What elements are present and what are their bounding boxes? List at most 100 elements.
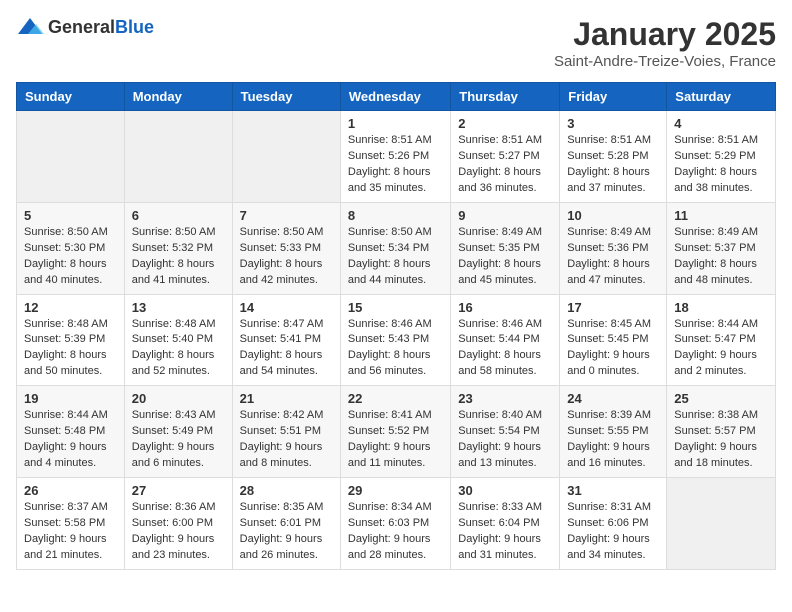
day-number: 29: [348, 483, 443, 498]
calendar-cell: 28Sunrise: 8:35 AM Sunset: 6:01 PM Dayli…: [232, 478, 340, 570]
day-number: 7: [240, 208, 333, 223]
calendar-cell: 9 Sunrise: 8:49 AM Sunset: 5:35 PM Daylig…: [451, 202, 560, 294]
calendar-cell: 16Sunrise: 8:46 AM Sunset: 5:44 PM Dayli…: [451, 294, 560, 386]
calendar-cell: 5 Sunrise: 8:50 AM Sunset: 5:30 PM Daylig…: [17, 202, 125, 294]
calendar-cell: 1Sunrise: 8:51 AM Sunset: 5:26 PM Daylig…: [340, 111, 450, 203]
day-number: 14: [240, 300, 333, 315]
calendar-cell: 3Sunrise: 8:51 AM Sunset: 5:28 PM Daylig…: [560, 111, 667, 203]
calendar-cell: 21 Sunrise: 8:42 AM Sunset: 5:51 PM Dayli…: [232, 386, 340, 478]
day-info: Sunrise: 8:44 AM Sunset: 5:48 PM Dayligh…: [24, 408, 117, 472]
col-header-thursday: Thursday: [451, 83, 560, 111]
day-info: Sunrise: 8:46 AM Sunset: 5:44 PM Dayligh…: [458, 317, 552, 381]
calendar-cell: 6 Sunrise: 8:50 AM Sunset: 5:32 PM Daylig…: [124, 202, 232, 294]
day-info: Sunrise: 8:35 AM Sunset: 6:01 PM Dayligh…: [240, 500, 333, 564]
day-info: Sunrise: 8:38 AM Sunset: 5:57 PM Dayligh…: [674, 408, 768, 472]
calendar-cell: 10Sunrise: 8:49 AM Sunset: 5:36 PM Dayli…: [560, 202, 667, 294]
day-number: 30: [458, 483, 552, 498]
day-info: Sunrise: 8:34 AM Sunset: 6:03 PM Dayligh…: [348, 500, 443, 564]
calendar-cell: 31Sunrise: 8:31 AM Sunset: 6:06 PM Dayli…: [560, 478, 667, 570]
day-number: 27: [132, 483, 225, 498]
calendar-cell: 22Sunrise: 8:41 AM Sunset: 5:52 PM Dayli…: [340, 386, 450, 478]
day-info: Sunrise: 8:40 AM Sunset: 5:54 PM Dayligh…: [458, 408, 552, 472]
day-info: Sunrise: 8:50 AM Sunset: 5:34 PM Dayligh…: [348, 225, 443, 289]
calendar-header-row: SundayMondayTuesdayWednesdayThursdayFrid…: [17, 83, 776, 111]
calendar-week-row: 1Sunrise: 8:51 AM Sunset: 5:26 PM Daylig…: [17, 111, 776, 203]
day-number: 6: [132, 208, 225, 223]
calendar-cell: 2 Sunrise: 8:51 AM Sunset: 5:27 PM Daylig…: [451, 111, 560, 203]
calendar-week-row: 26 Sunrise: 8:37 AM Sunset: 5:58 PM Dayli…: [17, 478, 776, 570]
calendar-cell: [232, 111, 340, 203]
day-info: Sunrise: 8:44 AM Sunset: 5:47 PM Dayligh…: [674, 317, 768, 381]
calendar-cell: 27 Sunrise: 8:36 AM Sunset: 6:00 PM Dayli…: [124, 478, 232, 570]
day-number: 19: [24, 391, 117, 406]
calendar-cell: 15 Sunrise: 8:46 AM Sunset: 5:43 PM Dayli…: [340, 294, 450, 386]
col-header-wednesday: Wednesday: [340, 83, 450, 111]
day-number: 4: [674, 116, 768, 131]
calendar-cell: 17Sunrise: 8:45 AM Sunset: 5:45 PM Dayli…: [560, 294, 667, 386]
calendar-week-row: 5 Sunrise: 8:50 AM Sunset: 5:30 PM Daylig…: [17, 202, 776, 294]
day-info: Sunrise: 8:41 AM Sunset: 5:52 PM Dayligh…: [348, 408, 443, 472]
logo-blue: Blue: [115, 17, 154, 37]
calendar-cell: 14 Sunrise: 8:47 AM Sunset: 5:41 PM Dayli…: [232, 294, 340, 386]
calendar-cell: 29 Sunrise: 8:34 AM Sunset: 6:03 PM Dayli…: [340, 478, 450, 570]
day-number: 31: [567, 483, 659, 498]
day-info: Sunrise: 8:51 AM Sunset: 5:26 PM Dayligh…: [348, 133, 443, 197]
day-number: 18: [674, 300, 768, 315]
calendar-cell: [17, 111, 125, 203]
day-number: 15: [348, 300, 443, 315]
day-number: 2: [458, 116, 552, 131]
logo-general: General: [48, 17, 115, 37]
calendar-cell: 26 Sunrise: 8:37 AM Sunset: 5:58 PM Dayli…: [17, 478, 125, 570]
calendar-cell: 20 Sunrise: 8:43 AM Sunset: 5:49 PM Dayli…: [124, 386, 232, 478]
day-number: 8: [348, 208, 443, 223]
day-info: Sunrise: 8:51 AM Sunset: 5:28 PM Dayligh…: [567, 133, 659, 197]
day-info: Sunrise: 8:48 AM Sunset: 5:39 PM Dayligh…: [24, 317, 117, 381]
day-info: Sunrise: 8:37 AM Sunset: 5:58 PM Dayligh…: [24, 500, 117, 564]
calendar-cell: 18 Sunrise: 8:44 AM Sunset: 5:47 PM Dayli…: [667, 294, 776, 386]
day-number: 21: [240, 391, 333, 406]
calendar-cell: 24Sunrise: 8:39 AM Sunset: 5:55 PM Dayli…: [560, 386, 667, 478]
day-number: 24: [567, 391, 659, 406]
day-info: Sunrise: 8:51 AM Sunset: 5:29 PM Dayligh…: [674, 133, 768, 197]
calendar-cell: 19 Sunrise: 8:44 AM Sunset: 5:48 PM Dayli…: [17, 386, 125, 478]
col-header-saturday: Saturday: [667, 83, 776, 111]
day-info: Sunrise: 8:33 AM Sunset: 6:04 PM Dayligh…: [458, 500, 552, 564]
day-number: 13: [132, 300, 225, 315]
calendar-cell: 23 Sunrise: 8:40 AM Sunset: 5:54 PM Dayli…: [451, 386, 560, 478]
day-info: Sunrise: 8:49 AM Sunset: 5:35 PM Dayligh…: [458, 225, 552, 289]
calendar-cell: 8 Sunrise: 8:50 AM Sunset: 5:34 PM Daylig…: [340, 202, 450, 294]
calendar-cell: 4 Sunrise: 8:51 AM Sunset: 5:29 PM Daylig…: [667, 111, 776, 203]
calendar-cell: 11Sunrise: 8:49 AM Sunset: 5:37 PM Dayli…: [667, 202, 776, 294]
day-info: Sunrise: 8:50 AM Sunset: 5:33 PM Dayligh…: [240, 225, 333, 289]
col-header-tuesday: Tuesday: [232, 83, 340, 111]
day-number: 5: [24, 208, 117, 223]
day-info: Sunrise: 8:49 AM Sunset: 5:37 PM Dayligh…: [674, 225, 768, 289]
day-info: Sunrise: 8:49 AM Sunset: 5:36 PM Dayligh…: [567, 225, 659, 289]
day-info: Sunrise: 8:43 AM Sunset: 5:49 PM Dayligh…: [132, 408, 225, 472]
day-info: Sunrise: 8:50 AM Sunset: 5:30 PM Dayligh…: [24, 225, 117, 289]
day-info: Sunrise: 8:47 AM Sunset: 5:41 PM Dayligh…: [240, 317, 333, 381]
day-info: Sunrise: 8:48 AM Sunset: 5:40 PM Dayligh…: [132, 317, 225, 381]
day-number: 23: [458, 391, 552, 406]
calendar-cell: 13 Sunrise: 8:48 AM Sunset: 5:40 PM Dayli…: [124, 294, 232, 386]
page-header: GeneralBlue January 2025 Saint-Andre-Tre…: [16, 16, 776, 70]
calendar-cell: 7 Sunrise: 8:50 AM Sunset: 5:33 PM Daylig…: [232, 202, 340, 294]
location-title: Saint-Andre-Treize-Voies, France: [554, 53, 776, 70]
month-title: January 2025: [554, 16, 776, 53]
day-info: Sunrise: 8:50 AM Sunset: 5:32 PM Dayligh…: [132, 225, 225, 289]
day-number: 9: [458, 208, 552, 223]
calendar-cell: 12Sunrise: 8:48 AM Sunset: 5:39 PM Dayli…: [17, 294, 125, 386]
logo-icon: [16, 16, 44, 38]
day-info: Sunrise: 8:46 AM Sunset: 5:43 PM Dayligh…: [348, 317, 443, 381]
day-number: 26: [24, 483, 117, 498]
logo: GeneralBlue: [16, 16, 154, 38]
col-header-sunday: Sunday: [17, 83, 125, 111]
day-number: 20: [132, 391, 225, 406]
day-info: Sunrise: 8:42 AM Sunset: 5:51 PM Dayligh…: [240, 408, 333, 472]
title-block: January 2025 Saint-Andre-Treize-Voies, F…: [554, 16, 776, 70]
calendar-cell: [124, 111, 232, 203]
calendar-cell: [667, 478, 776, 570]
day-info: Sunrise: 8:36 AM Sunset: 6:00 PM Dayligh…: [132, 500, 225, 564]
calendar-table: SundayMondayTuesdayWednesdayThursdayFrid…: [16, 82, 776, 570]
day-info: Sunrise: 8:51 AM Sunset: 5:27 PM Dayligh…: [458, 133, 552, 197]
